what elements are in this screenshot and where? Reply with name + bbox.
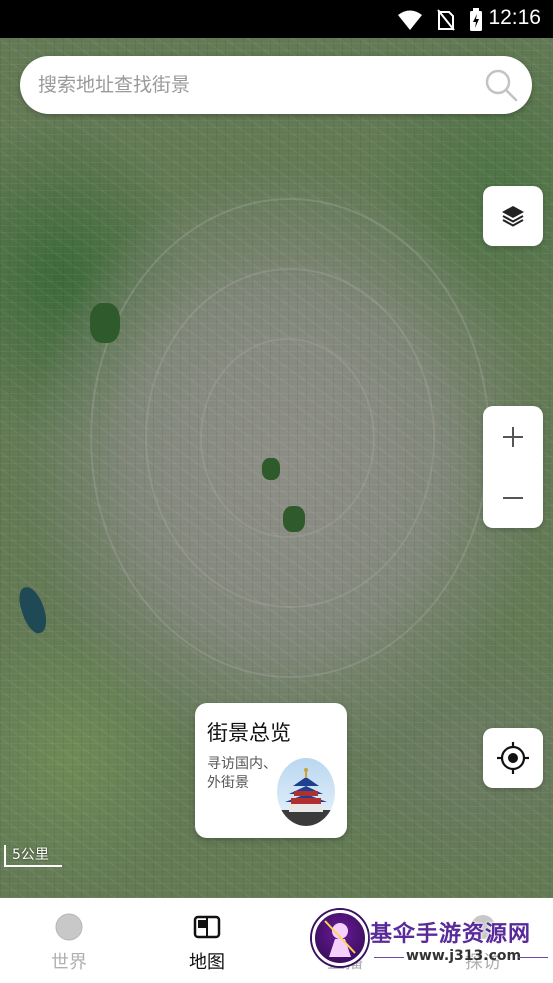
search-icon[interactable] xyxy=(484,68,518,102)
nav-label-world: 世界 xyxy=(51,952,87,973)
layers-button[interactable] xyxy=(483,186,543,246)
minus-icon xyxy=(503,496,523,499)
map-ring-road xyxy=(90,198,490,678)
zoom-in-button[interactable] xyxy=(483,406,543,467)
map-scale-label: 5公里 xyxy=(12,847,49,863)
status-icons xyxy=(397,8,483,32)
nav-item-world[interactable]: 世界 xyxy=(0,898,138,983)
temple-of-heaven-icon xyxy=(277,768,335,826)
map-park xyxy=(90,303,120,343)
map-scale-bar: 5公里 xyxy=(4,845,62,867)
nav-item-map[interactable]: 地图 xyxy=(138,898,276,983)
zoom-out-button[interactable] xyxy=(483,467,543,528)
watermark-title: 基伞手游资源网 xyxy=(370,922,532,947)
ninja-logo-icon xyxy=(324,920,356,957)
overview-card-title: 街景总览 xyxy=(207,721,291,745)
plus-icon xyxy=(503,426,523,447)
battery-charging-icon xyxy=(470,8,482,31)
wifi-icon xyxy=(398,10,422,30)
map-book-icon xyxy=(193,915,221,939)
status-bar: 12:16 xyxy=(0,0,553,38)
no-sim-icon xyxy=(437,9,455,31)
search-input[interactable] xyxy=(38,56,468,114)
street-view-overview-card[interactable]: 街景总览 寻访国内、外街景 xyxy=(195,703,347,838)
locate-icon xyxy=(497,742,529,774)
watermark-url: www.j313.com xyxy=(406,948,522,964)
layers-icon xyxy=(502,206,524,227)
map-park xyxy=(283,506,305,532)
site-watermark: 基伞手游资源网 www.j313.com xyxy=(308,908,553,973)
watermark-divider xyxy=(518,957,548,958)
nav-label-map: 地图 xyxy=(189,952,225,973)
zoom-controls xyxy=(483,406,543,528)
status-time: 12:16 xyxy=(488,6,541,29)
overview-card-subtitle: 寻访国内、外街景 xyxy=(207,756,277,791)
search-bar xyxy=(20,56,532,114)
temple-of-heaven-thumbnail xyxy=(277,758,335,826)
globe-icon xyxy=(55,913,83,941)
map-park xyxy=(262,458,280,480)
watermark-divider xyxy=(374,957,404,958)
locate-button[interactable] xyxy=(483,728,543,788)
watermark-logo xyxy=(312,910,368,966)
